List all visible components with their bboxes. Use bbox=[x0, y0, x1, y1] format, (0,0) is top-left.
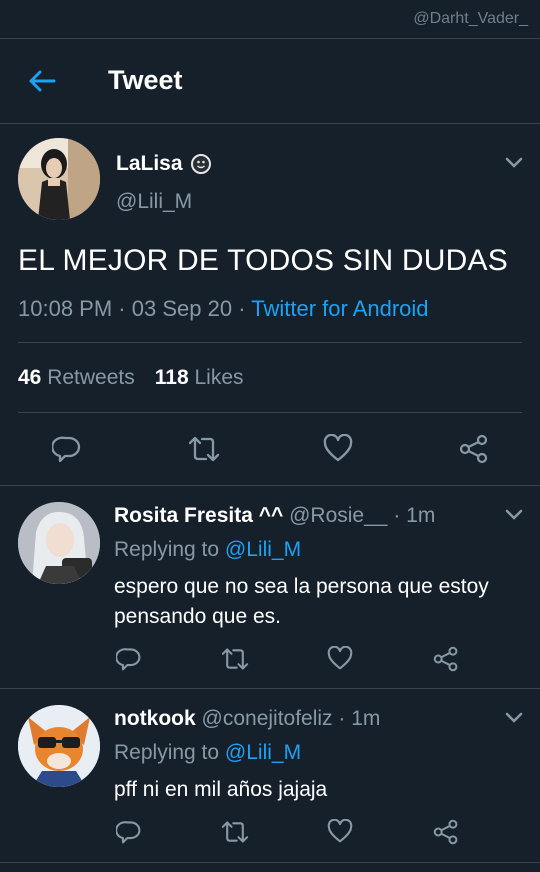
tweet-meta: 10:08 PM · 03 Sep 20 · Twitter for Andro… bbox=[18, 296, 429, 322]
retweet-icon[interactable] bbox=[221, 646, 249, 672]
reply-time: 1m bbox=[351, 707, 381, 730]
tweet-text: EL MEJOR DE TODOS SIN DUDAS bbox=[18, 244, 508, 277]
main-tweet: LaLisa @Lili_M EL MEJOR DE TODOS SIN DUD… bbox=[0, 124, 540, 486]
share-icon[interactable] bbox=[459, 434, 489, 464]
author-handle[interactable]: @Lili_M bbox=[116, 190, 192, 214]
divider bbox=[18, 412, 522, 413]
replying-label: Replying to bbox=[114, 538, 220, 561]
author-name[interactable]: LaLisa bbox=[116, 152, 183, 176]
arrow-left-icon bbox=[28, 69, 56, 93]
meta-separator: · bbox=[338, 707, 352, 730]
meta-separator: · bbox=[118, 296, 132, 321]
reply-icon[interactable] bbox=[116, 646, 142, 672]
reply-icon[interactable] bbox=[52, 434, 82, 464]
watermark: @Darht_Vader_ bbox=[413, 10, 528, 27]
meta-separator: · bbox=[238, 296, 252, 321]
heart-icon[interactable] bbox=[323, 434, 353, 462]
reply-tweet[interactable]: Rosita Fresita ^^ @Rosie__ · 1m Replying… bbox=[0, 486, 540, 689]
app-bar: Tweet bbox=[0, 38, 540, 124]
reply-text: espero que no sea la persona que estoy p… bbox=[114, 575, 489, 628]
retweets-label: Retweets bbox=[47, 366, 135, 389]
meta-separator: · bbox=[393, 504, 407, 527]
heart-icon[interactable] bbox=[327, 646, 353, 670]
tweet-date: 03 Sep 20 bbox=[131, 296, 233, 321]
divider bbox=[18, 342, 522, 343]
replying-to-handle[interactable]: @Lili_M bbox=[225, 741, 301, 764]
reply-author-name[interactable]: notkook bbox=[114, 707, 196, 730]
chevron-down-icon[interactable] bbox=[504, 711, 524, 725]
tweet-source-link[interactable]: Twitter for Android bbox=[251, 296, 428, 321]
retweets-count: 46 bbox=[18, 366, 42, 389]
chevron-down-icon[interactable] bbox=[504, 508, 524, 522]
retweet-icon[interactable] bbox=[188, 434, 220, 464]
tweet-time: 10:08 PM bbox=[18, 296, 113, 321]
likes-label: Likes bbox=[194, 366, 244, 389]
reply-author-name[interactable]: Rosita Fresita ^^ bbox=[114, 504, 283, 527]
reply-icon[interactable] bbox=[116, 819, 142, 845]
chevron-down-icon[interactable] bbox=[504, 156, 524, 170]
share-icon[interactable] bbox=[433, 819, 459, 845]
reply-author-handle[interactable]: @Rosie__ bbox=[289, 504, 387, 527]
replying-to: Replying to @Lili_M bbox=[114, 538, 301, 562]
author-name-row: LaLisa bbox=[116, 152, 211, 176]
likes-count: 118 bbox=[154, 366, 189, 389]
heart-icon[interactable] bbox=[327, 819, 353, 843]
tweet-stats: 46 Retweets 118 Likes bbox=[18, 366, 244, 390]
reply-header: notkook @conejitofeliz · 1m bbox=[114, 707, 380, 731]
likes-stat[interactable]: 118 Likes bbox=[155, 366, 244, 390]
replying-to: Replying to @Lili_M bbox=[114, 741, 301, 765]
retweet-icon[interactable] bbox=[221, 819, 249, 845]
back-button[interactable] bbox=[24, 63, 60, 99]
reply-header: Rosita Fresita ^^ @Rosie__ · 1m bbox=[114, 504, 435, 528]
replying-label: Replying to bbox=[114, 741, 220, 764]
share-icon[interactable] bbox=[433, 646, 459, 672]
retweets-stat[interactable]: 46 Retweets bbox=[18, 366, 135, 390]
avatar[interactable] bbox=[18, 502, 100, 584]
reply-time: 1m bbox=[406, 504, 436, 527]
replying-to-handle[interactable]: @Lili_M bbox=[225, 538, 301, 561]
reply-author-handle[interactable]: @conejitofeliz bbox=[202, 707, 333, 730]
avatar[interactable] bbox=[18, 705, 100, 787]
avatar[interactable] bbox=[18, 138, 100, 220]
page-title: Tweet bbox=[108, 65, 183, 95]
smiling-face-emoji-icon bbox=[190, 154, 211, 174]
reply-tweet[interactable]: notkook @conejitofeliz · 1m Replying to … bbox=[0, 689, 540, 863]
reply-text: pff ni en mil años jajaja bbox=[114, 778, 328, 801]
